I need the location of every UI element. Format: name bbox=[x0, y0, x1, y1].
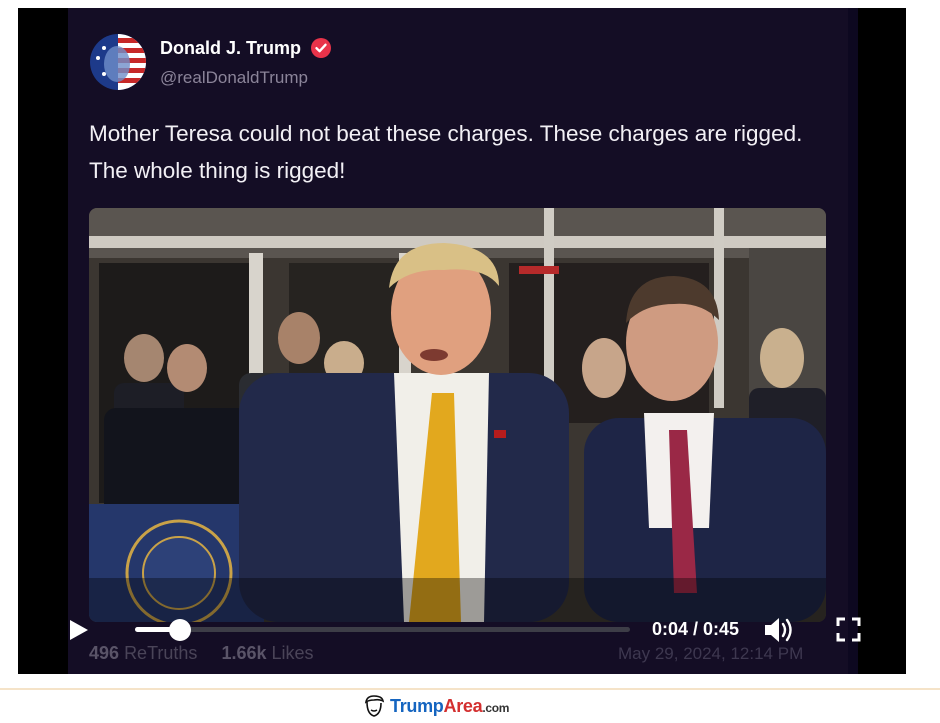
brand-suffix: .com bbox=[482, 701, 510, 715]
brand-name: TrumpArea.com bbox=[390, 696, 509, 717]
fullscreen-icon[interactable] bbox=[836, 617, 861, 642]
progress-track[interactable] bbox=[135, 627, 630, 632]
likes-label[interactable]: Likes bbox=[272, 643, 314, 663]
time-display: 0:04 / 0:45 bbox=[652, 619, 740, 639]
author-name[interactable]: Donald J. Trump bbox=[160, 38, 301, 59]
likes-count[interactable]: 1.66k bbox=[221, 643, 266, 663]
post-text: Mother Teresa could not beat these charg… bbox=[89, 121, 803, 183]
card-edge bbox=[848, 8, 858, 674]
post-timestamp: May 29, 2024, 12:14 PM bbox=[618, 644, 804, 663]
volume-icon[interactable] bbox=[763, 615, 795, 645]
brand-area: Area bbox=[443, 696, 483, 716]
video-frame bbox=[89, 208, 826, 622]
author-handle[interactable]: @realDonaldTrump bbox=[160, 68, 308, 88]
avatar[interactable] bbox=[90, 34, 146, 90]
retruths-label[interactable]: ReTruths bbox=[124, 643, 197, 663]
post-stats: 496 ReTruths 1.66k Likes bbox=[89, 643, 314, 664]
trump-silhouette-icon bbox=[362, 694, 386, 718]
video-player[interactable] bbox=[89, 208, 826, 622]
brand-trump: Trump bbox=[390, 696, 444, 716]
retruths-count[interactable]: 496 bbox=[89, 643, 119, 663]
play-icon[interactable] bbox=[68, 618, 90, 642]
verified-badge-icon bbox=[311, 38, 331, 58]
progress-scrubber[interactable] bbox=[169, 619, 191, 641]
divider bbox=[0, 688, 940, 690]
